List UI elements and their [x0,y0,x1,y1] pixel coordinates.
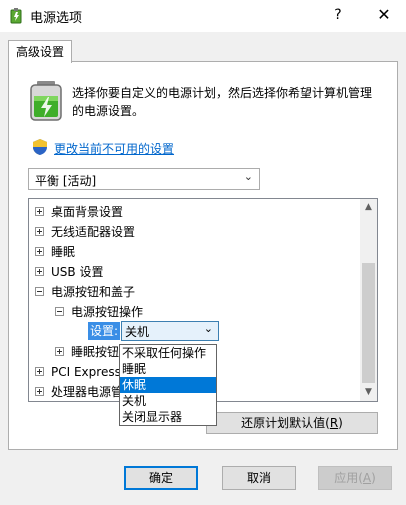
battery-icon [30,81,62,121]
expand-plus-icon[interactable] [35,367,44,376]
restore-label: 还原计划默认值 [241,416,326,430]
chevron-down-icon: ⌄ [243,170,253,183]
scroll-down-arrow-icon[interactable]: ▼ [360,384,377,401]
dropdown-option[interactable]: 关闭显示器 [120,409,216,425]
setting-dropdown-list[interactable]: 不采取任何操作 睡眠 休眠 关机 关闭显示器 [119,344,217,426]
change-unavailable-settings-link[interactable]: 更改当前不可用的设置 [54,140,174,157]
chevron-down-icon: ⌄ [203,322,213,335]
close-button[interactable]: ✕ [372,3,396,27]
tree-item-label: 桌面背景设置 [51,205,124,219]
dropdown-option-highlighted[interactable]: 休眠 [120,377,216,393]
tab-label: 高级设置 [15,45,64,59]
tree-item-label: 处理器电源管 [51,385,124,399]
tree-item-label: 睡眠按钮 [71,345,120,359]
tree-item-label: USB 设置 [51,265,104,279]
setting-value-combo[interactable]: 关机 ⌄ [121,321,219,341]
window-title: 电源选项 [30,11,83,26]
power-options-icon [10,8,22,24]
ok-button[interactable]: 确定 [124,466,198,490]
restore-defaults-button[interactable]: 还原计划默认值(R) [206,412,378,434]
dropdown-option[interactable]: 关机 [120,393,216,409]
power-plan-select[interactable]: 平衡 [活动] ⌄ [28,168,260,190]
uac-shield-icon [33,139,47,155]
scroll-up-arrow-icon[interactable]: ▲ [360,199,377,216]
expand-plus-icon[interactable] [35,267,44,276]
tree-item-label: 电源按钮和盖子 [51,285,136,299]
description-text: 选择你要自定义的电源计划，然后选择你希望计算机管理的电源设置。 [72,86,373,118]
expand-plus-icon[interactable] [55,347,64,356]
tree-item-label: 无线适配器设置 [51,225,136,239]
help-button[interactable]: ? [326,3,350,27]
expand-plus-icon[interactable] [35,247,44,256]
setting-value: 关机 [125,325,150,339]
apply-label: 应用 [334,471,359,485]
cancel-button[interactable]: 取消 [222,466,296,490]
dropdown-option[interactable]: 睡眠 [120,361,216,377]
restore-accesskey: R [329,416,339,430]
tab-advanced-settings[interactable]: 高级设置 [8,40,72,63]
tree-scrollbar[interactable]: ▲ ▼ [360,199,377,401]
collapse-minus-icon[interactable] [55,307,64,316]
scrollbar-thumb[interactable] [362,263,375,383]
apply-accesskey: A [362,471,372,485]
dropdown-option[interactable]: 不采取任何操作 [120,345,216,361]
power-plan-value: 平衡 [活动] [35,174,97,188]
collapse-minus-icon[interactable] [35,287,44,296]
tree-item-label: PCI Express [51,365,121,379]
tree-item-label: 睡眠 [51,245,76,259]
expand-plus-icon[interactable] [35,387,44,396]
title-bar: 电源选项 ? ✕ [0,0,406,32]
expand-plus-icon[interactable] [35,207,44,216]
apply-button[interactable]: 应用(A) [318,466,392,490]
tree-item-label: 电源按钮操作 [71,305,144,319]
expand-plus-icon[interactable] [35,227,44,236]
setting-label: 设置: [88,322,121,340]
